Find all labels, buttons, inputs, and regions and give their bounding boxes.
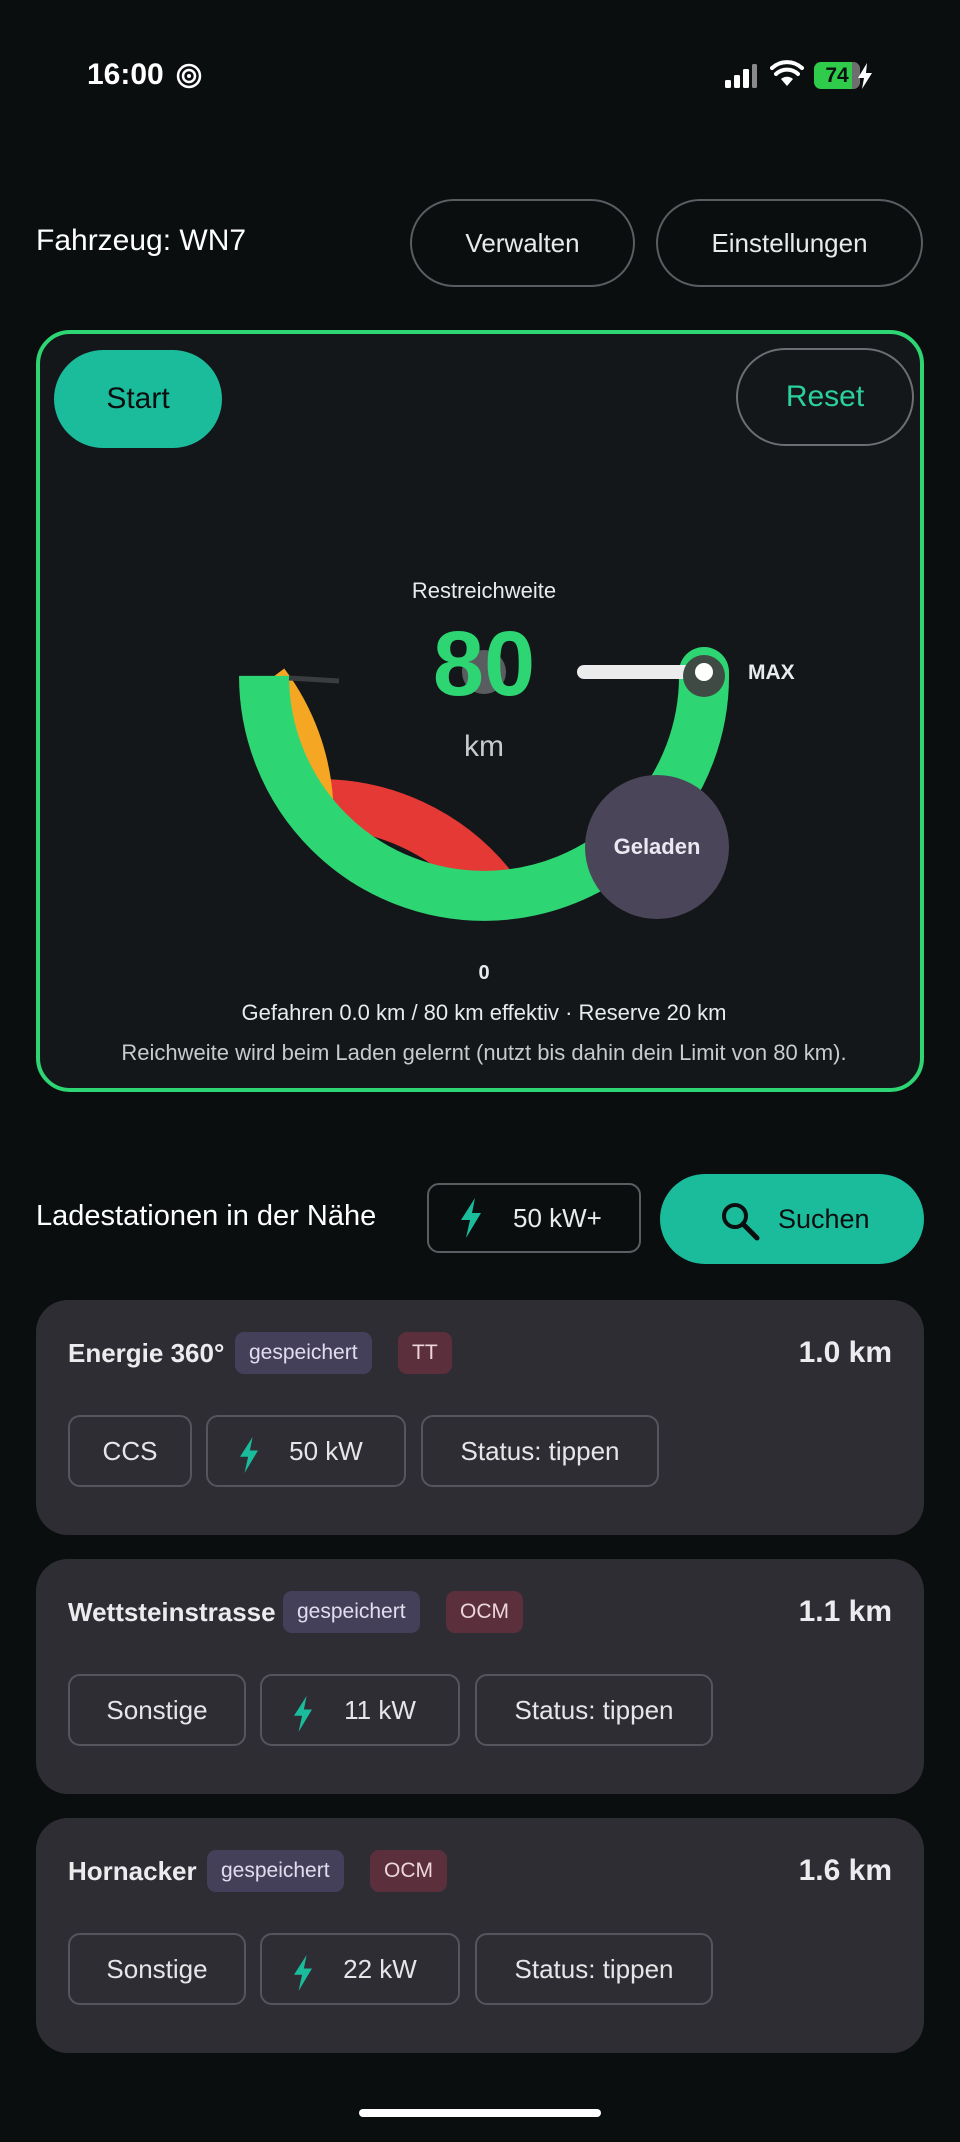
- battery-level: 74: [825, 64, 849, 87]
- plug-chip[interactable]: Sonstige: [68, 1933, 246, 2005]
- wifi-icon: [770, 60, 804, 86]
- power-chip[interactable]: 22 kW: [260, 1933, 460, 2005]
- power-chip[interactable]: 11 kW: [260, 1674, 460, 1746]
- charged-button[interactable]: Geladen: [585, 775, 729, 919]
- battery-icon: 74: [814, 62, 860, 89]
- vehicle-title: Fahrzeug: WN7: [36, 224, 247, 257]
- status-bar: 16:00 74: [0, 0, 960, 150]
- station-card[interactable]: Wettsteinstrasse gespeichert OCM 1.1 km …: [36, 1559, 924, 1794]
- status-chip[interactable]: Status: tippen: [475, 1933, 713, 2005]
- range-gauge-card: Start Reset Restreichweite 80 km MAX Gel…: [36, 330, 924, 1092]
- bolt-icon: [294, 1696, 312, 1732]
- nearby-title: Ladestationen in der Nähe: [36, 1200, 377, 1232]
- reset-button[interactable]: Reset: [736, 348, 914, 446]
- dnd-icon: [176, 63, 202, 89]
- saved-badge: gespeichert: [283, 1591, 420, 1633]
- zero-label: 0: [478, 962, 490, 984]
- source-badge: OCM: [446, 1591, 523, 1633]
- filter-label: 50 kW+: [513, 1202, 602, 1233]
- station-distance: 1.0 km: [798, 1336, 892, 1369]
- home-indicator[interactable]: [359, 2109, 601, 2117]
- range-label: Restreichweite: [411, 578, 557, 603]
- bolt-icon: [240, 1437, 258, 1473]
- station-distance: 1.6 km: [798, 1854, 892, 1887]
- manage-button[interactable]: Verwalten: [410, 199, 635, 287]
- status-chip[interactable]: Status: tippen: [475, 1674, 713, 1746]
- saved-badge: gespeichert: [207, 1850, 344, 1892]
- saved-badge: gespeichert: [235, 1332, 372, 1374]
- max-label: MAX: [748, 661, 795, 684]
- plug-chip[interactable]: Sonstige: [68, 1674, 246, 1746]
- station-distance: 1.1 km: [798, 1595, 892, 1628]
- power-filter-chip[interactable]: 50 kW+: [427, 1183, 641, 1253]
- signal-icon: [725, 64, 757, 88]
- search-icon: [722, 1203, 760, 1241]
- status-chip[interactable]: Status: tippen: [421, 1415, 659, 1487]
- charging-bolt-icon: [858, 63, 872, 89]
- source-badge: OCM: [370, 1850, 447, 1892]
- station-name: Wettsteinstrasse: [68, 1597, 276, 1627]
- status-time: 16:00: [87, 58, 164, 91]
- station-card[interactable]: Energie 360° gespeichert TT 1.0 km CCS 5…: [36, 1300, 924, 1535]
- power-value: 22 kW: [343, 1953, 417, 1984]
- power-value: 11 kW: [344, 1694, 416, 1725]
- search-label: Suchen: [778, 1203, 870, 1234]
- range-value: 80: [432, 613, 536, 715]
- station-name: Energie 360°: [68, 1338, 225, 1368]
- driven-summary: Gefahren 0.0 km / 80 km effektiv · Reser…: [241, 1000, 727, 1025]
- station-name: Hornacker: [68, 1856, 197, 1886]
- station-card[interactable]: Hornacker gespeichert OCM 1.6 km Sonstig…: [36, 1818, 924, 2053]
- bolt-icon: [461, 1198, 481, 1238]
- source-badge: TT: [398, 1332, 452, 1374]
- learn-hint: Reichweite wird beim Laden gelernt (nutz…: [121, 1040, 847, 1065]
- plug-chip[interactable]: CCS: [68, 1415, 192, 1487]
- power-chip[interactable]: 50 kW: [206, 1415, 406, 1487]
- range-unit: km: [464, 730, 504, 763]
- power-value: 50 kW: [289, 1435, 363, 1466]
- search-button[interactable]: Suchen: [660, 1174, 924, 1264]
- bolt-icon: [294, 1955, 312, 1991]
- start-button[interactable]: Start: [54, 350, 222, 448]
- settings-button[interactable]: Einstellungen: [656, 199, 923, 287]
